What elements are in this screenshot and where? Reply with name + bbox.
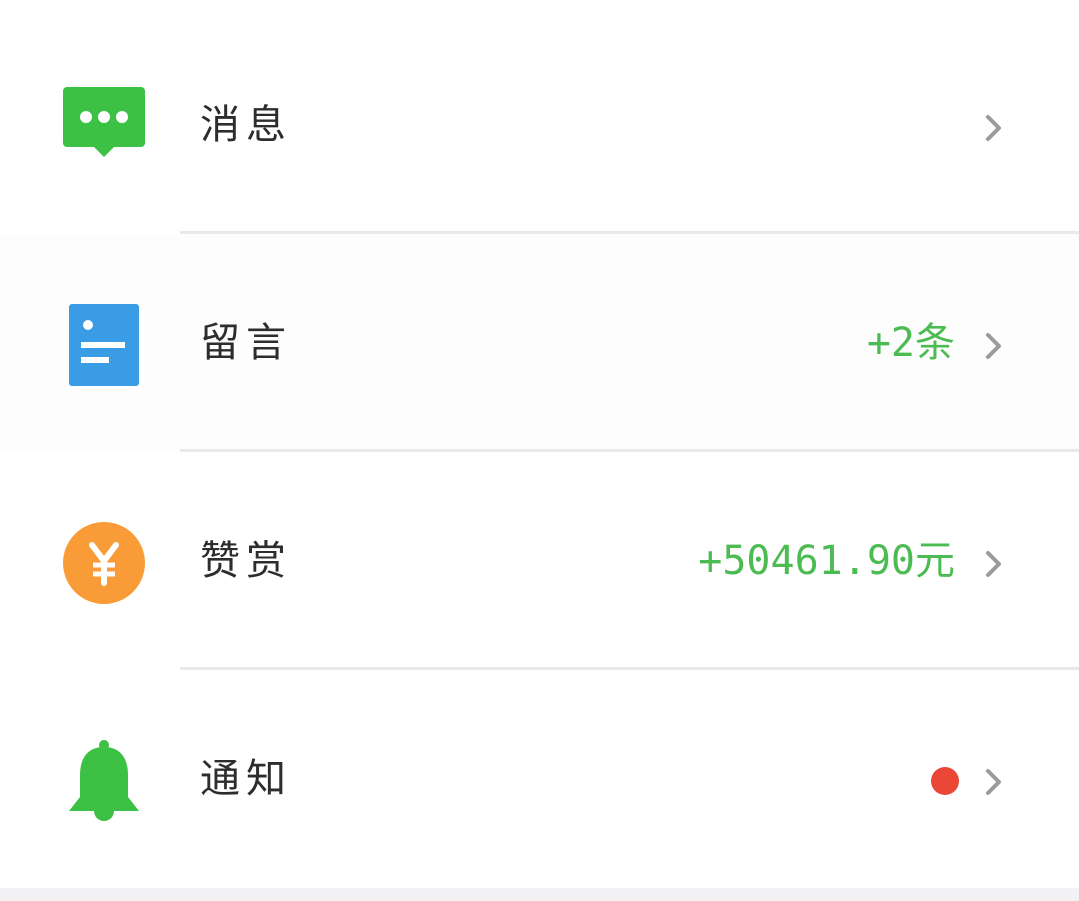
menu-item-label: 消息 (200, 102, 292, 148)
menu-item-label: 赞赏 (200, 538, 292, 584)
chevron-right-icon (982, 767, 1006, 797)
menu-item-messages[interactable]: 消息 (0, 16, 1079, 234)
document-icon (62, 303, 146, 387)
chevron-right-icon (982, 113, 1006, 143)
menu-item-comments[interactable]: 留言 +2条 (0, 234, 1079, 452)
notification-badge (931, 767, 959, 795)
chat-bubble-icon (62, 85, 146, 169)
section-gap (0, 888, 1079, 901)
menu-item-label: 留言 (200, 320, 292, 366)
menu-item-notifications[interactable]: 通知 (0, 670, 1079, 888)
menu-item-rewards[interactable]: 赞赏 +50461.90元 (0, 452, 1079, 670)
chevron-right-icon (982, 549, 1006, 579)
settings-menu: 消息 留言 +2条 赞赏 +50461.90元 通知 (0, 16, 1079, 888)
comments-count: +2条 (866, 320, 955, 366)
menu-item-label: 通知 (200, 756, 292, 802)
rewards-amount: +50461.90元 (698, 538, 955, 584)
yen-coin-icon (62, 521, 146, 605)
bell-icon (62, 739, 146, 823)
chevron-right-icon (982, 331, 1006, 361)
